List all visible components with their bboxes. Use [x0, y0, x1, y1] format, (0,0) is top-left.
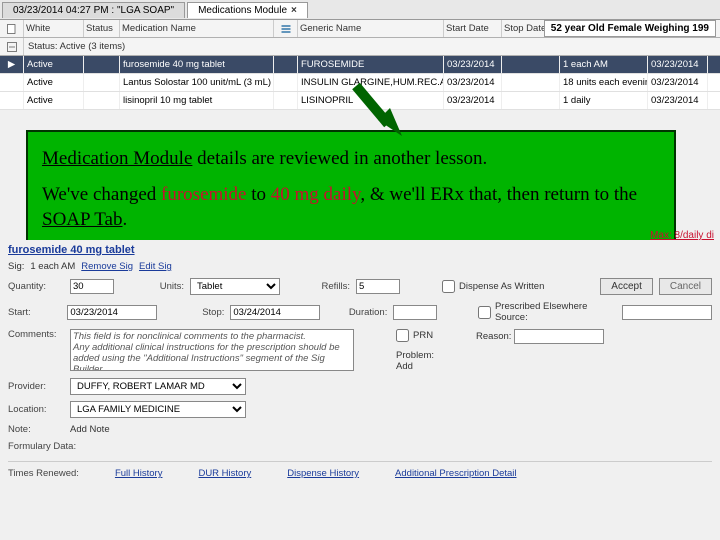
addl-rx-detail-link[interactable]: Additional Prescription Detail	[395, 468, 516, 479]
training-annotation: Medication Module details are reviewed i…	[26, 130, 676, 249]
note-label: Note:	[8, 424, 64, 435]
col-startdate[interactable]: Start Date	[444, 20, 502, 37]
remove-sig-link[interactable]: Remove Sig	[81, 261, 133, 272]
quantity-input[interactable]	[70, 279, 114, 294]
col-status[interactable]: Status	[84, 20, 120, 37]
prn-label: PRN	[413, 330, 433, 341]
refills-label: Refills:	[286, 281, 350, 292]
cell-start: 03/23/2014	[444, 74, 502, 91]
comments-textarea[interactable]: This field is for nonclinical comments t…	[70, 329, 354, 371]
new-icon[interactable]	[0, 20, 24, 37]
duration-label: Duration:	[326, 307, 387, 318]
prn-checkbox[interactable]	[396, 329, 409, 342]
tab-medications-label: Medications Module	[198, 5, 287, 16]
source-input[interactable]	[622, 305, 712, 320]
formulary-label: Formulary Data:	[8, 441, 98, 452]
duration-input[interactable]	[393, 305, 437, 320]
dur-history-link[interactable]: DUR History	[198, 468, 251, 479]
refills-input[interactable]	[356, 279, 400, 294]
cell-medname: lisinopril 10 mg tablet	[120, 92, 274, 109]
cell-sig: 18 units each evening	[560, 74, 648, 91]
annotation-text: to	[247, 184, 271, 205]
arrow-icon	[348, 80, 408, 140]
dispense-history-link[interactable]: Dispense History	[287, 468, 359, 479]
provider-select[interactable]: DUFFY, ROBERT LAMAR MD	[70, 378, 246, 395]
stop-label: Stop:	[163, 307, 224, 318]
times-renewed: Times Renewed:	[8, 468, 79, 479]
add-note-link[interactable]: Add Note	[70, 424, 110, 435]
med-row[interactable]: ▶ Active furosemide 40 mg tablet FUROSEM…	[0, 56, 720, 74]
cell-medname: furosemide 40 mg tablet	[120, 56, 274, 73]
accept-button[interactable]: Accept	[600, 278, 653, 295]
tab-medications[interactable]: Medications Module ×	[187, 2, 308, 18]
tab-soap-label: 03/23/2014 04:27 PM : "LGA SOAP"	[13, 5, 174, 16]
annotation-text: We've changed	[42, 184, 161, 205]
patient-summary: 52 year Old Female Weighing 199	[544, 20, 716, 37]
start-label: Start:	[8, 307, 61, 318]
cell-start: 03/23/2014	[444, 56, 502, 73]
full-history-link[interactable]: Full History	[115, 468, 163, 479]
tab-soap[interactable]: 03/23/2014 04:27 PM : "LGA SOAP"	[2, 2, 185, 18]
sig-value: 1 each AM	[30, 261, 75, 272]
cell-start: 03/23/2014	[444, 92, 502, 109]
close-icon[interactable]: ×	[291, 5, 297, 16]
elsewhere-checkbox[interactable]	[478, 306, 491, 319]
grid-pref-icon[interactable]	[274, 20, 298, 37]
history-link-row: Times Renewed: Full History DUR History …	[8, 461, 712, 485]
elsewhere-label: Prescribed Elsewhere Source:	[495, 301, 616, 323]
cell-sig: 1 each AM	[560, 56, 648, 73]
cell-orig: 03/23/2014	[648, 56, 708, 73]
cell-orig: 03/23/2014	[648, 74, 708, 91]
annotation-text: details are reviewed in another lesson.	[192, 148, 487, 169]
annotation-red: 40 mg daily	[271, 184, 361, 205]
cell-medname: Lantus Solostar 100 unit/mL (3 mL) Sub…	[120, 74, 274, 91]
cell-status: Active	[24, 56, 84, 73]
quantity-label: Quantity:	[8, 281, 64, 292]
status-toolbar: Status: Active (3 items)	[0, 38, 720, 56]
col-generic[interactable]: Generic Name	[298, 20, 444, 37]
add-problem-link[interactable]: Add	[396, 361, 413, 372]
rx-detail-panel: furosemide 40 mg tablet Sig: 1 each AM R…	[0, 240, 720, 493]
cell-sig: 1 daily	[560, 92, 648, 109]
start-input[interactable]	[67, 305, 157, 320]
problem-label: Problem:	[396, 350, 434, 361]
arrow-right-icon: ▶	[0, 56, 24, 73]
annotation-text: .	[123, 209, 128, 230]
provider-label: Provider:	[8, 381, 64, 392]
cancel-button[interactable]: Cancel	[659, 278, 712, 295]
annotation-underline: Medication Module	[42, 148, 192, 169]
units-select[interactable]: Tablet	[190, 278, 280, 295]
annotation-underline: SOAP Tab	[42, 209, 123, 230]
comments-label: Comments:	[8, 329, 64, 340]
annotation-text: , & we'll ERx that, then return to the	[360, 184, 637, 205]
location-select[interactable]: LGA FAMILY MEDICINE	[70, 401, 246, 418]
col-medname[interactable]: Medication Name	[120, 20, 274, 37]
reason-label: Reason:	[476, 331, 511, 342]
cell-generic: FUROSEMIDE	[298, 56, 444, 73]
location-label: Location:	[8, 404, 64, 415]
daw-checkbox[interactable]	[442, 280, 455, 293]
daw-label: Dispense As Written	[459, 281, 544, 292]
stop-input[interactable]	[230, 305, 320, 320]
col-white[interactable]: White	[24, 20, 84, 37]
cell-status: Active	[24, 92, 84, 109]
rx-name: furosemide 40 mg tablet	[8, 242, 712, 258]
cell-status: Active	[24, 74, 84, 91]
units-label: Units:	[120, 281, 184, 292]
edit-sig-link[interactable]: Edit Sig	[139, 261, 172, 272]
reason-input[interactable]	[514, 329, 604, 344]
status-filter-label[interactable]: Status: Active (3 items)	[24, 41, 129, 52]
cell-orig: 03/23/2014	[648, 92, 708, 109]
sig-label: Sig:	[8, 261, 24, 272]
collapse-icon[interactable]	[0, 38, 24, 55]
tab-bar: 03/23/2014 04:27 PM : "LGA SOAP" Medicat…	[0, 0, 720, 20]
annotation-red: furosemide	[161, 184, 246, 205]
